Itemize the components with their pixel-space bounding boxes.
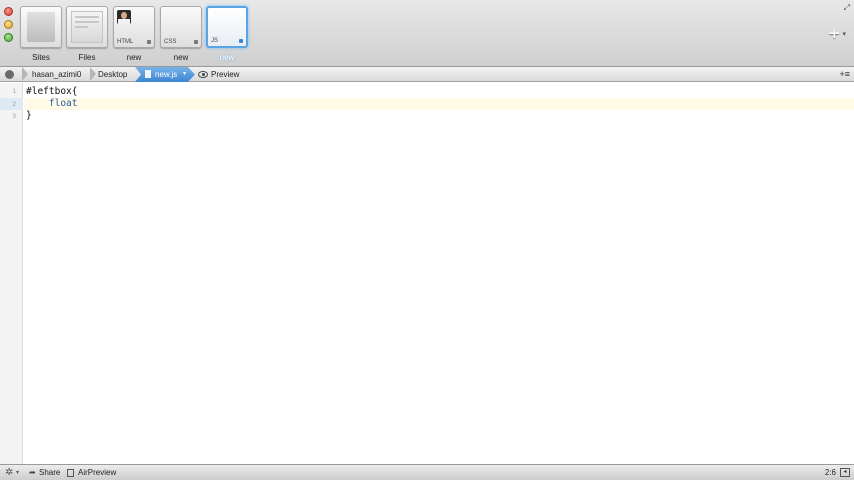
line-number: 3: [12, 113, 16, 120]
airpreview-button[interactable]: AirPreview: [78, 468, 116, 478]
window-minimize-button[interactable]: [4, 20, 13, 29]
eye-icon: [198, 71, 208, 78]
active-file-name: new.js: [155, 70, 178, 79]
breadcrumb-desktop[interactable]: Desktop: [98, 69, 127, 80]
airpreview-icon[interactable]: [67, 469, 74, 477]
html-doc-thumbnail[interactable]: HTML: [113, 6, 155, 48]
doc-status-icon: [239, 39, 243, 43]
code-line[interactable]: float: [26, 98, 78, 110]
cursor-position: 2:6: [824, 468, 836, 477]
css-doc-label: new: [173, 53, 189, 62]
path-bar: hasan_azimi0 Desktop new.js ▾ Preview +≡: [0, 67, 854, 82]
html-doc-label: new: [126, 53, 142, 62]
html-badge: HTML: [117, 39, 134, 45]
navigator-icon[interactable]: [5, 70, 14, 79]
breadcrumb-user[interactable]: hasan_azimi0: [32, 69, 81, 80]
css-doc-thumbnail[interactable]: CSS: [160, 6, 202, 48]
current-line-highlight: [24, 98, 854, 110]
add-panel-icon[interactable]: +≡: [839, 69, 850, 80]
line-gutter: 1 2 3: [0, 83, 23, 464]
files-icon: [71, 11, 103, 43]
breadcrumb-active-file[interactable]: new.js ▾: [135, 67, 195, 82]
code-line[interactable]: #leftbox{: [26, 86, 77, 98]
path-separator: [90, 67, 98, 82]
js-badge: JS: [211, 38, 219, 44]
path-separator: [22, 67, 30, 82]
add-document-button[interactable]: +: [828, 24, 840, 44]
js-doc-label: new: [219, 53, 235, 62]
gear-icon[interactable]: ✲: [5, 467, 13, 478]
file-icon: [145, 70, 151, 78]
status-bar: ✲ ▾ ➦ Share AirPreview 2:6 ◂: [0, 464, 854, 480]
window-zoom-button[interactable]: [4, 33, 13, 42]
chevron-down-icon[interactable]: ▾: [16, 468, 19, 478]
share-button[interactable]: Share: [39, 468, 60, 478]
preview-link[interactable]: Preview: [211, 69, 239, 80]
avatar: [117, 10, 131, 24]
doc-status-icon: [194, 40, 198, 44]
chevron-down-icon: ▾: [183, 71, 187, 77]
share-icon[interactable]: ➦: [29, 468, 36, 478]
files-thumbnail[interactable]: [66, 6, 108, 48]
doc-status-icon: [147, 40, 151, 44]
chevron-down-icon[interactable]: ▾: [842, 30, 846, 38]
window-close-button[interactable]: [4, 7, 13, 16]
toolbar: Sites Files HTML new CSS new JS new ⤢ + …: [0, 0, 854, 67]
fullscreen-icon[interactable]: ⤢: [844, 3, 850, 13]
goto-line-button[interactable]: ◂: [840, 468, 850, 477]
line-number: 1: [12, 88, 16, 95]
files-label: Files: [78, 53, 96, 62]
css-badge: CSS: [164, 39, 177, 45]
line-number: 2: [12, 101, 16, 108]
sites-label: Sites: [32, 53, 50, 62]
sites-icon: [27, 12, 55, 42]
code-line[interactable]: }: [26, 110, 32, 122]
sites-thumbnail[interactable]: [20, 6, 62, 48]
js-doc-thumbnail[interactable]: JS: [206, 6, 248, 48]
code-editor[interactable]: #leftbox{ float }: [24, 83, 854, 464]
